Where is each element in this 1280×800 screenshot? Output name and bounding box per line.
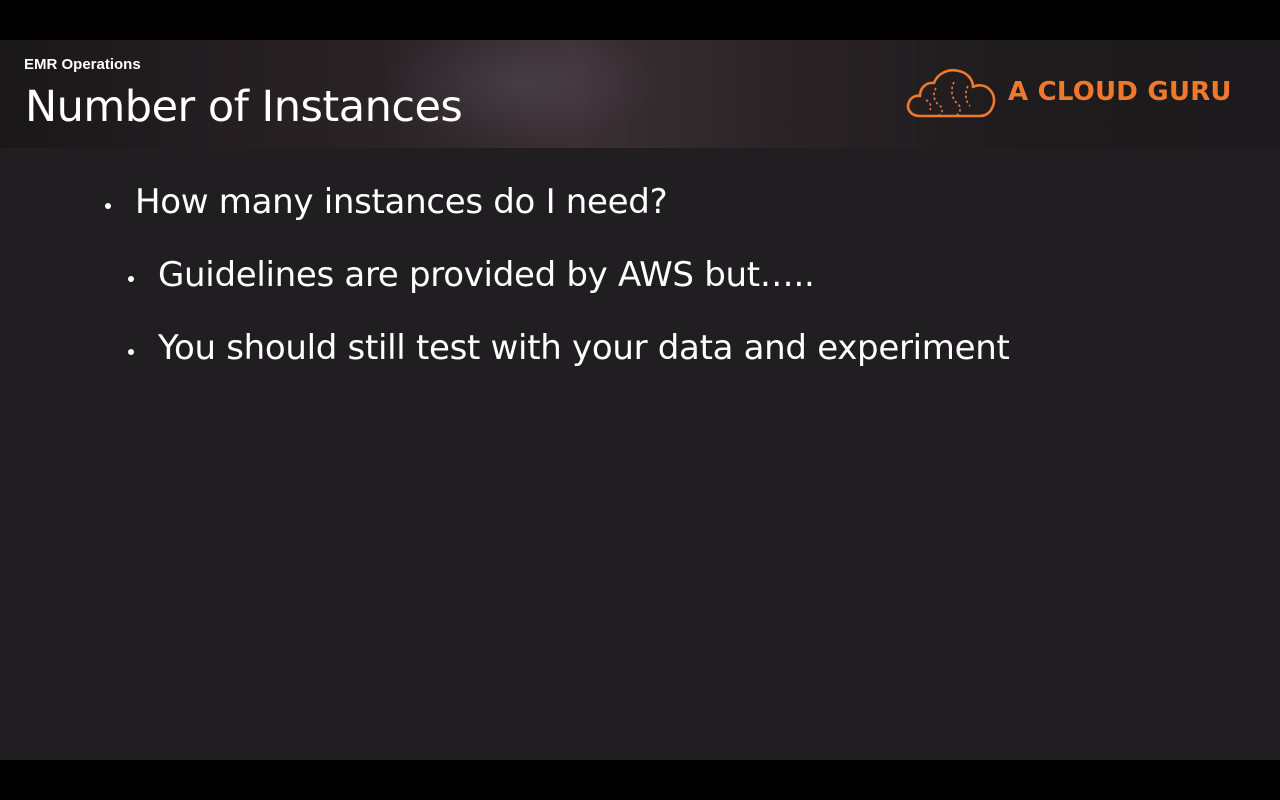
bullet-text: Guidelines are provided by AWS but…..	[158, 255, 815, 295]
bullet-list: How many instances do I need? Guidelines…	[0, 40, 1280, 760]
bullet-text: You should still test with your data and…	[158, 328, 1010, 368]
bullet-dot-icon	[105, 203, 111, 209]
bullet-dot-icon	[128, 349, 134, 355]
letterbox-bottom	[0, 760, 1280, 800]
slide: EMR Operations Number of Instances A CLO…	[0, 40, 1280, 760]
letterbox-top	[0, 0, 1280, 40]
bullet-text: How many instances do I need?	[135, 182, 668, 222]
bullet-dot-icon	[128, 276, 134, 282]
